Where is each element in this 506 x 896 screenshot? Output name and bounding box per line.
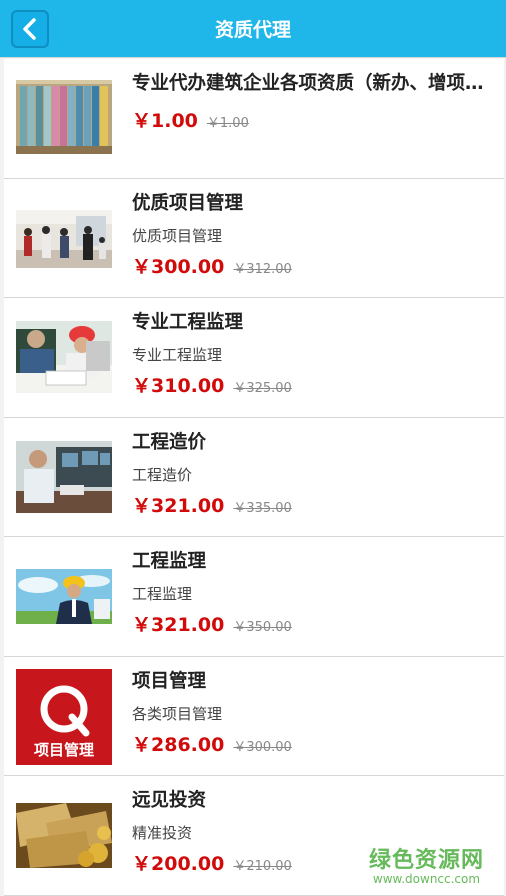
item-price: ￥1.00 (132, 110, 198, 132)
item-title: 工程造价 (132, 431, 207, 453)
item-old-price: ￥1.00 (206, 116, 249, 131)
money-coins-photo (16, 803, 112, 868)
item-price: ￥286.00 (132, 733, 225, 756)
item-description: 工程监理 (132, 585, 193, 603)
price-row: ￥321.00 ￥335.00 (132, 491, 292, 518)
project-management-logo: 项目管理 (16, 668, 112, 765)
computer-office-photo (16, 440, 112, 513)
list-item[interactable]: 专业代办建筑企业各项资质（新办、增项、升级） ￥1.00 ￥1.00 (4, 59, 504, 179)
hardhat-workers-photo (16, 321, 112, 393)
item-title: 专业代办建筑企业各项资质（新办、增项、升级） (132, 73, 486, 94)
item-old-price: ￥312.00 (233, 261, 292, 277)
page-title: 资质代理 (214, 19, 291, 41)
item-description: 各类项目管理 (132, 704, 223, 723)
item-description: 工程造价 (132, 465, 193, 484)
list-item[interactable]: 工程造价 工程造价 ￥321.00 ￥335.00 (4, 417, 504, 537)
item-price: ￥310.00 (132, 375, 225, 397)
item-old-price: ￥325.00 (233, 381, 292, 396)
item-title: 工程监理 (132, 551, 207, 572)
item-title: 专业工程监理 (132, 312, 244, 333)
item-title: 优质项目管理 (132, 192, 244, 214)
logo-text: 项目管理 (34, 741, 94, 759)
item-description: 优质项目管理 (132, 226, 223, 245)
list-item[interactable]: 项目管理 项目管理 各类项目管理 ￥286.00 ￥300.00 (4, 656, 504, 776)
watermark-text: 绿色资源网 (368, 848, 484, 873)
item-description: 精准投资 (132, 824, 193, 842)
engineer-sky-photo (16, 569, 112, 624)
price-row: ￥321.00 ￥350.00 (132, 610, 292, 637)
list-item[interactable]: 专业工程监理 专业工程监理 ￥310.00 ￥325.00 (4, 298, 504, 418)
item-old-price: ￥335.00 (233, 500, 292, 516)
price-row: ￥300.00 ￥312.00 (132, 252, 292, 279)
item-price: ￥321.00 (132, 494, 225, 517)
product-list: 专业代办建筑企业各项资质（新办、增项、升级） ￥1.00 ￥1.00 优质项目管… (4, 59, 504, 896)
list-item[interactable]: 优质项目管理 优质项目管理 ￥300.00 ￥312.00 (4, 178, 504, 298)
price-row: ￥200.00 ￥210.00 (132, 849, 292, 876)
item-old-price: ￥300.00 (233, 739, 292, 755)
price-row: ￥310.00 ￥325.00 (132, 371, 292, 398)
app-header: 资质代理 (0, 0, 506, 58)
item-old-price: ￥350.00 (233, 620, 292, 635)
item-old-price: ￥210.00 (233, 859, 292, 874)
item-description: 专业工程监理 (132, 346, 223, 364)
price-row: ￥1.00 ￥1.00 (132, 106, 249, 133)
watermark-url: www.downcc.com (372, 872, 481, 886)
item-price: ￥300.00 (132, 255, 225, 278)
office-people-photo (16, 209, 112, 268)
item-title: 远见投资 (132, 790, 207, 811)
binders-shelf-photo (16, 80, 112, 154)
list-item[interactable]: 工程监理 工程监理 ￥321.00 ￥350.00 (4, 537, 504, 657)
item-title: 项目管理 (132, 670, 207, 692)
price-row: ￥286.00 ￥300.00 (132, 730, 292, 757)
item-price: ￥321.00 (132, 614, 225, 636)
item-price: ￥200.00 (132, 853, 225, 875)
site-watermark: 绿色资源网 www.downcc.com (369, 842, 484, 886)
